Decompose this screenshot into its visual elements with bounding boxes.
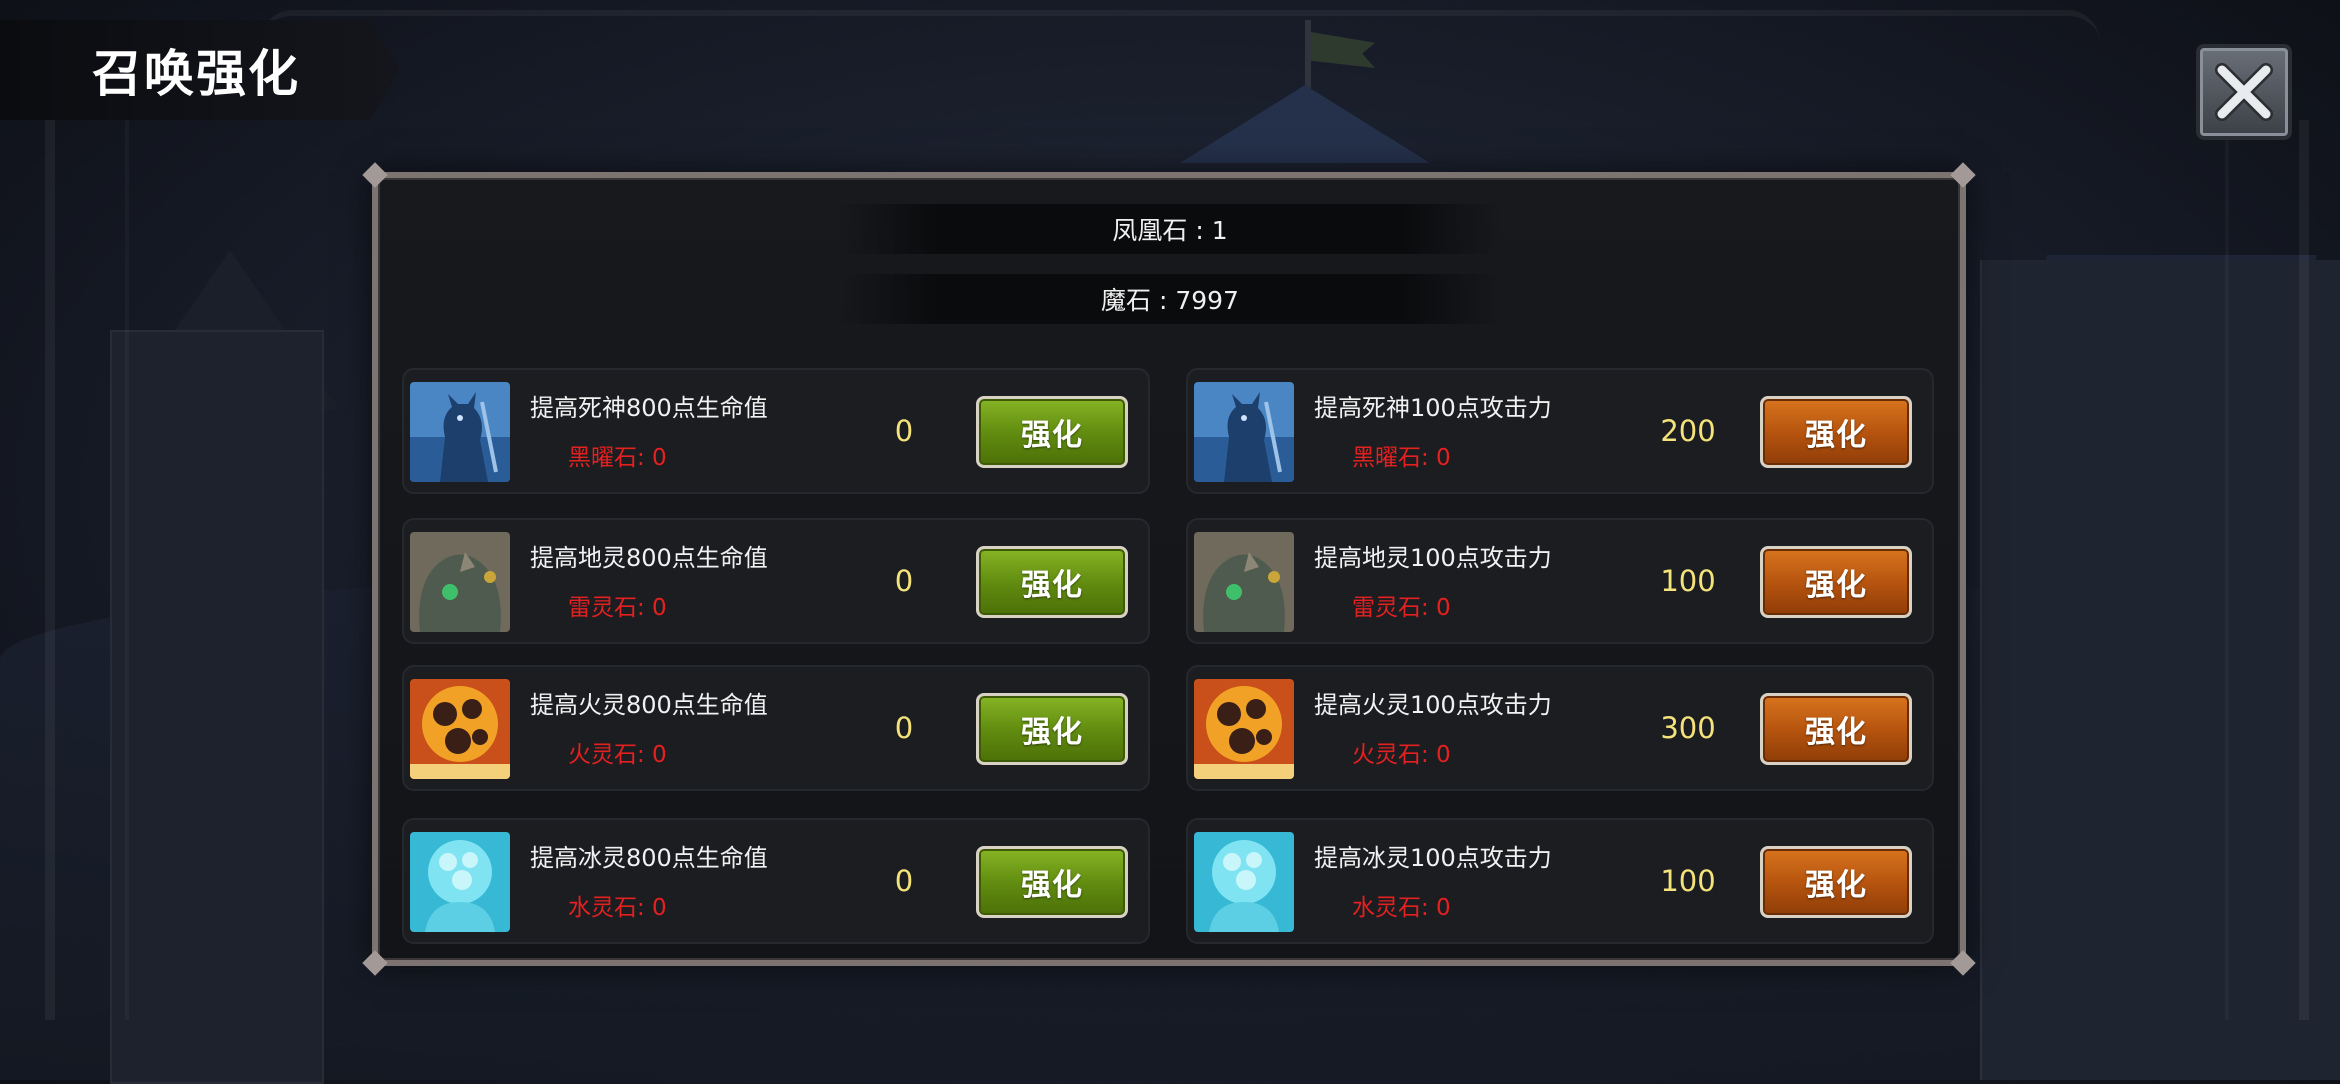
upgrade-cost: 黑曜石: 0 xyxy=(1352,445,1451,471)
upgrade-cost: 水灵石: 0 xyxy=(1352,895,1451,921)
background-tower xyxy=(110,330,324,1084)
earth-spirit-portrait xyxy=(1194,532,1294,632)
upgrade-panel: 凤凰石 : 1 魔石 : 7997 提高死神800点生命值 黑曜石: 0 0 强… xyxy=(362,162,1976,976)
upgrade-level: 200 xyxy=(1660,414,1716,448)
upgrade-cost: 雷灵石: 0 xyxy=(568,595,667,621)
upgrade-level: 0 xyxy=(894,564,914,598)
upgrade-level: 300 xyxy=(1660,711,1716,745)
fire-spirit-portrait xyxy=(410,679,510,779)
upgrade-button[interactable]: 强化 xyxy=(1760,546,1912,618)
page-title: 召唤强化 xyxy=(92,45,300,103)
upgrade-cost: 火灵石: 0 xyxy=(568,742,667,768)
upgrade-level: 0 xyxy=(894,414,914,448)
fire-spirit-portrait xyxy=(1194,679,1294,779)
upgrade-card-earth-hp: 提高地灵800点生命值 雷灵石: 0 0 强化 xyxy=(402,518,1150,644)
upgrade-level: 0 xyxy=(894,864,914,898)
reaper-portrait xyxy=(1194,382,1294,482)
upgrade-cost: 雷灵石: 0 xyxy=(1352,595,1451,621)
reaper-portrait xyxy=(410,382,510,482)
upgrade-button[interactable]: 强化 xyxy=(1760,846,1912,918)
upgrade-button[interactable]: 强化 xyxy=(1760,396,1912,468)
upgrade-button[interactable]: 强化 xyxy=(976,546,1128,618)
ice-spirit-portrait xyxy=(410,832,510,932)
upgrade-title: 提高冰灵100点攻击力 xyxy=(1314,844,1552,872)
upgrade-title: 提高死神800点生命值 xyxy=(530,394,768,422)
upgrade-title: 提高死神100点攻击力 xyxy=(1314,394,1552,422)
upgrade-card-earth-atk: 提高地灵100点攻击力 雷灵石: 0 100 强化 xyxy=(1186,518,1934,644)
phoenix-stone-count: 凤凰石 : 1 xyxy=(838,204,1502,254)
upgrade-title: 提高火灵100点攻击力 xyxy=(1314,691,1552,719)
upgrade-button[interactable]: 强化 xyxy=(976,396,1128,468)
upgrade-button[interactable]: 强化 xyxy=(976,693,1128,765)
upgrade-card-fire-atk: 提高火灵100点攻击力 火灵石: 0 300 强化 xyxy=(1186,665,1934,791)
title-banner: 召唤强化 xyxy=(0,20,400,120)
right-frame-ornament xyxy=(2225,120,2309,1020)
upgrade-title: 提高地灵100点攻击力 xyxy=(1314,544,1552,572)
close-icon xyxy=(2215,63,2273,121)
upgrade-title: 提高冰灵800点生命值 xyxy=(530,844,768,872)
magic-stone-count: 魔石 : 7997 xyxy=(838,274,1502,324)
upgrade-cost: 黑曜石: 0 xyxy=(568,445,667,471)
left-frame-ornament xyxy=(45,120,129,1020)
upgrade-title: 提高火灵800点生命值 xyxy=(530,691,768,719)
upgrade-level: 100 xyxy=(1660,564,1716,598)
ice-spirit-portrait xyxy=(1194,832,1294,932)
earth-spirit-portrait xyxy=(410,532,510,632)
upgrade-title: 提高地灵800点生命值 xyxy=(530,544,768,572)
background-top-roof xyxy=(1180,85,1430,163)
upgrade-card-ice-hp: 提高冰灵800点生命值 水灵石: 0 0 强化 xyxy=(402,818,1150,944)
upgrade-cost: 水灵石: 0 xyxy=(568,895,667,921)
upgrade-button[interactable]: 强化 xyxy=(976,846,1128,918)
upgrade-cost: 火灵石: 0 xyxy=(1352,742,1451,768)
upgrade-card-reaper-hp: 提高死神800点生命值 黑曜石: 0 0 强化 xyxy=(402,368,1150,494)
upgrade-level: 0 xyxy=(894,711,914,745)
upgrade-level: 100 xyxy=(1660,864,1716,898)
upgrade-button[interactable]: 强化 xyxy=(1760,693,1912,765)
upgrade-card-fire-hp: 提高火灵800点生命值 火灵石: 0 0 强化 xyxy=(402,665,1150,791)
close-button[interactable] xyxy=(2196,44,2292,140)
top-frame-ornament xyxy=(260,10,2100,76)
upgrade-card-ice-atk: 提高冰灵100点攻击力 水灵石: 0 100 强化 xyxy=(1186,818,1934,944)
upgrade-card-reaper-atk: 提高死神100点攻击力 黑曜石: 0 200 强化 xyxy=(1186,368,1934,494)
